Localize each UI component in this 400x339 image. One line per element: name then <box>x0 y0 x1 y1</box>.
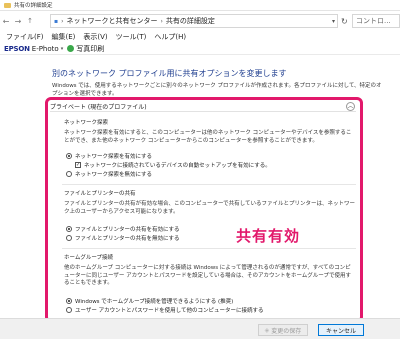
file-printer-off-option[interactable]: ファイルとプリンターの共有を無効にする <box>66 234 180 242</box>
chevron-down-icon[interactable]: ▾ <box>332 18 335 25</box>
section-divider <box>62 184 356 185</box>
control-panel-icon: ▪ <box>54 17 59 25</box>
section-divider <box>62 248 356 249</box>
epson-logo: EPSON <box>4 44 30 53</box>
network-discovery-description: ネットワーク探索を有効にすると、このコンピューターは他のネットワーク コンピュー… <box>64 130 352 144</box>
intro-text: Windows では、使用するネットワークごとに別々のネットワーク プロファイル… <box>52 83 382 97</box>
breadcrumb-network-center[interactable]: ネットワークと共有センター <box>66 16 157 26</box>
shield-icon: ◈ <box>264 326 270 334</box>
network-discovery-off-option[interactable]: ネットワーク探索を無効にする <box>66 170 152 178</box>
search-input[interactable]: コントロ... <box>352 14 400 28</box>
cancel-button[interactable]: キャンセル <box>318 324 364 336</box>
radio-selected-icon[interactable] <box>66 226 72 232</box>
chevron-right-icon: › <box>160 17 163 25</box>
radio-selected-icon[interactable] <box>66 153 72 159</box>
page-title: 別のネットワーク プロファイル用に共有オプションを変更します <box>52 69 287 78</box>
network-discovery-on-option[interactable]: ネットワーク探索を有効にする <box>66 152 152 160</box>
network-discovery-title: ネットワーク探索 <box>64 120 109 126</box>
menu-edit[interactable]: 編集(E) <box>52 32 76 42</box>
menu-bar: ファイル(F) 編集(E) 表示(V) ツール(T) ヘルプ(H) <box>0 31 400 43</box>
address-bar[interactable]: ▪ › ネットワークと共有センター › 共有の詳細設定 ▾ <box>50 14 338 28</box>
breadcrumb-advanced-sharing[interactable]: 共有の詳細設定 <box>166 16 215 26</box>
radio-empty-icon[interactable] <box>66 307 72 313</box>
radio-empty-icon[interactable] <box>66 171 72 177</box>
search-placeholder: コントロ... <box>356 17 391 25</box>
annotation-label: 共有有効 <box>236 227 301 245</box>
file-printer-title: ファイルとプリンターの共有 <box>64 191 136 197</box>
homegroup-windows-option[interactable]: Windows でホームグループ接続を管理できるようにする (推奨) <box>66 297 233 305</box>
checkbox-checked-icon[interactable]: ✓ <box>75 162 81 168</box>
photo-print-button[interactable]: 写真印刷 <box>76 44 104 54</box>
window-title: 共有の詳細設定 <box>14 3 53 9</box>
menu-view[interactable]: 表示(V) <box>83 32 107 42</box>
epson-toolbar: EPSON E-Photo ▾ 写真印刷 <box>0 43 400 55</box>
address-toolbar: ← → ↑ ▪ › ネットワークと共有センター › 共有の詳細設定 ▾ ↻ コン… <box>0 11 400 31</box>
window-titlebar: 共有の詳細設定 <box>0 0 400 11</box>
photo-print-icon[interactable] <box>67 45 75 52</box>
radio-empty-icon[interactable] <box>66 235 72 241</box>
up-arrow-icon[interactable]: ↑ <box>24 17 36 25</box>
homegroup-title: ホームグループ接続 <box>64 255 114 261</box>
menu-help[interactable]: ヘルプ(H) <box>154 32 186 42</box>
main-content: 別のネットワーク プロファイル用に共有オプションを変更します Windows で… <box>0 56 400 318</box>
dialog-footer: ◈ 変更の保存 キャンセル <box>0 318 400 339</box>
file-printer-on-option[interactable]: ファイルとプリンターの共有を有効にする <box>66 225 180 233</box>
folder-icon <box>4 2 11 8</box>
collapse-icon[interactable]: ︿ <box>346 102 355 111</box>
refresh-icon[interactable]: ↻ <box>341 17 348 26</box>
save-changes-button[interactable]: ◈ 変更の保存 <box>258 324 308 336</box>
menu-file[interactable]: ファイル(F) <box>6 32 44 42</box>
private-profile-title: プライベート (現在のプロファイル) <box>50 104 147 111</box>
chevron-right-icon: › <box>61 17 64 25</box>
back-arrow-icon[interactable]: ← <box>0 17 12 26</box>
menu-tools[interactable]: ツール(T) <box>116 32 147 42</box>
private-profile-header[interactable]: プライベート (現在のプロファイル) ︿ <box>50 102 356 112</box>
file-printer-description: ファイルとプリンターの共有が有効な場合、このコンピューターで共有しているファイル… <box>64 201 356 215</box>
homegroup-account-option[interactable]: ユーザー アカウントとパスワードを使用して他のコンピューターに接続する <box>66 306 263 314</box>
ephoto-menu[interactable]: E-Photo <box>32 45 59 53</box>
forward-arrow-icon[interactable]: → <box>12 17 24 26</box>
homegroup-description: 他のホームグループ コンピューターに対する接続は Windows によって管理さ… <box>64 265 351 286</box>
radio-selected-icon[interactable] <box>66 298 72 304</box>
chevron-down-icon[interactable]: ▾ <box>61 46 64 52</box>
auto-setup-option[interactable]: ✓ ネットワークに接続されているデバイスの自動セットアップを有効にする。 <box>75 161 271 169</box>
